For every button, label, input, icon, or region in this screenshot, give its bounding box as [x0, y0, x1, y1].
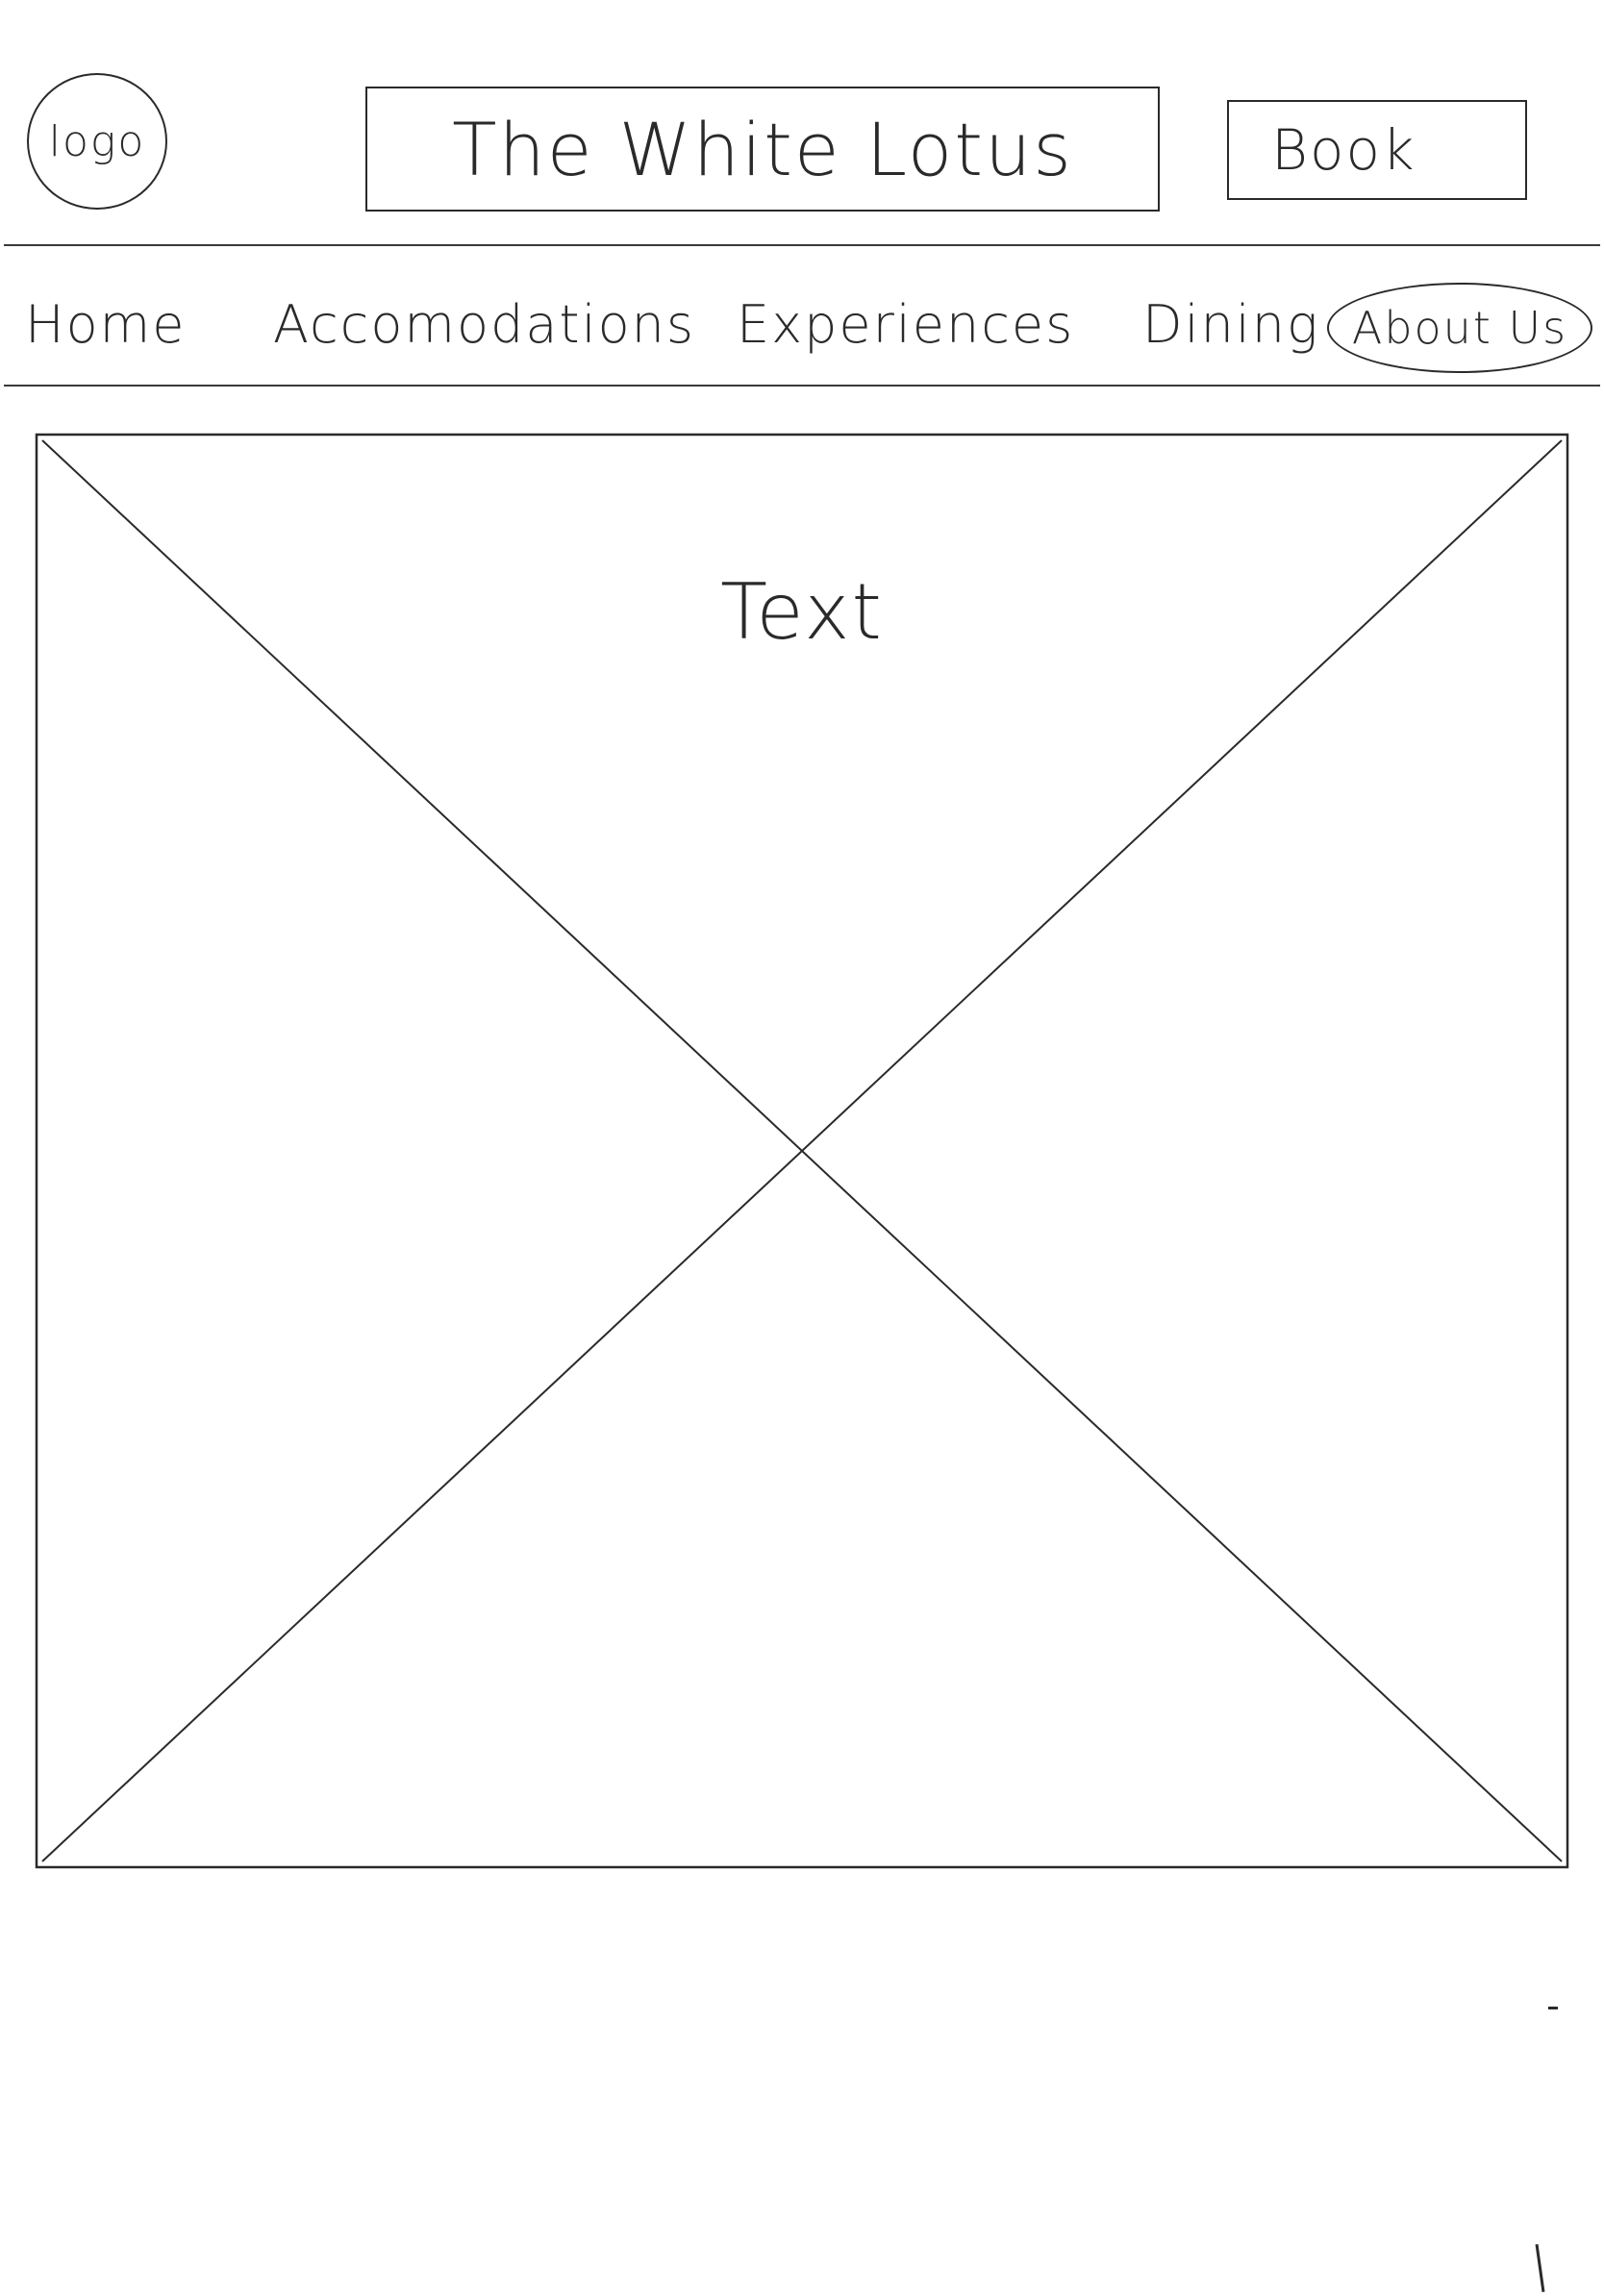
hero-caption: Text — [720, 567, 884, 657]
nav-item-accommodations[interactable]: Accomodations — [273, 294, 695, 355]
main-nav: Home Accomodations Experiences Dining Ab… — [0, 279, 1604, 375]
site-title: The White Lotus — [452, 106, 1073, 192]
nav-item-about-us[interactable]: About Us — [1327, 283, 1592, 373]
nav-item-dining[interactable]: Dining — [1142, 294, 1319, 355]
header-divider — [4, 244, 1600, 246]
site-title-box: The White Lotus — [365, 87, 1160, 212]
logo[interactable]: logo — [27, 73, 167, 210]
logo-label: logo — [48, 116, 146, 166]
pencil-stroke — [1535, 2244, 1545, 2292]
nav-item-about-us-label: About Us — [1351, 302, 1568, 354]
nav-item-home[interactable]: Home — [25, 294, 186, 355]
book-button[interactable]: Book — [1227, 100, 1527, 200]
nav-divider — [4, 385, 1600, 387]
nav-item-experiences[interactable]: Experiences — [737, 294, 1074, 355]
book-button-label: Book — [1271, 117, 1416, 183]
pencil-mark — [1548, 2007, 1558, 2009]
hero-image-placeholder: Text — [35, 433, 1569, 1869]
